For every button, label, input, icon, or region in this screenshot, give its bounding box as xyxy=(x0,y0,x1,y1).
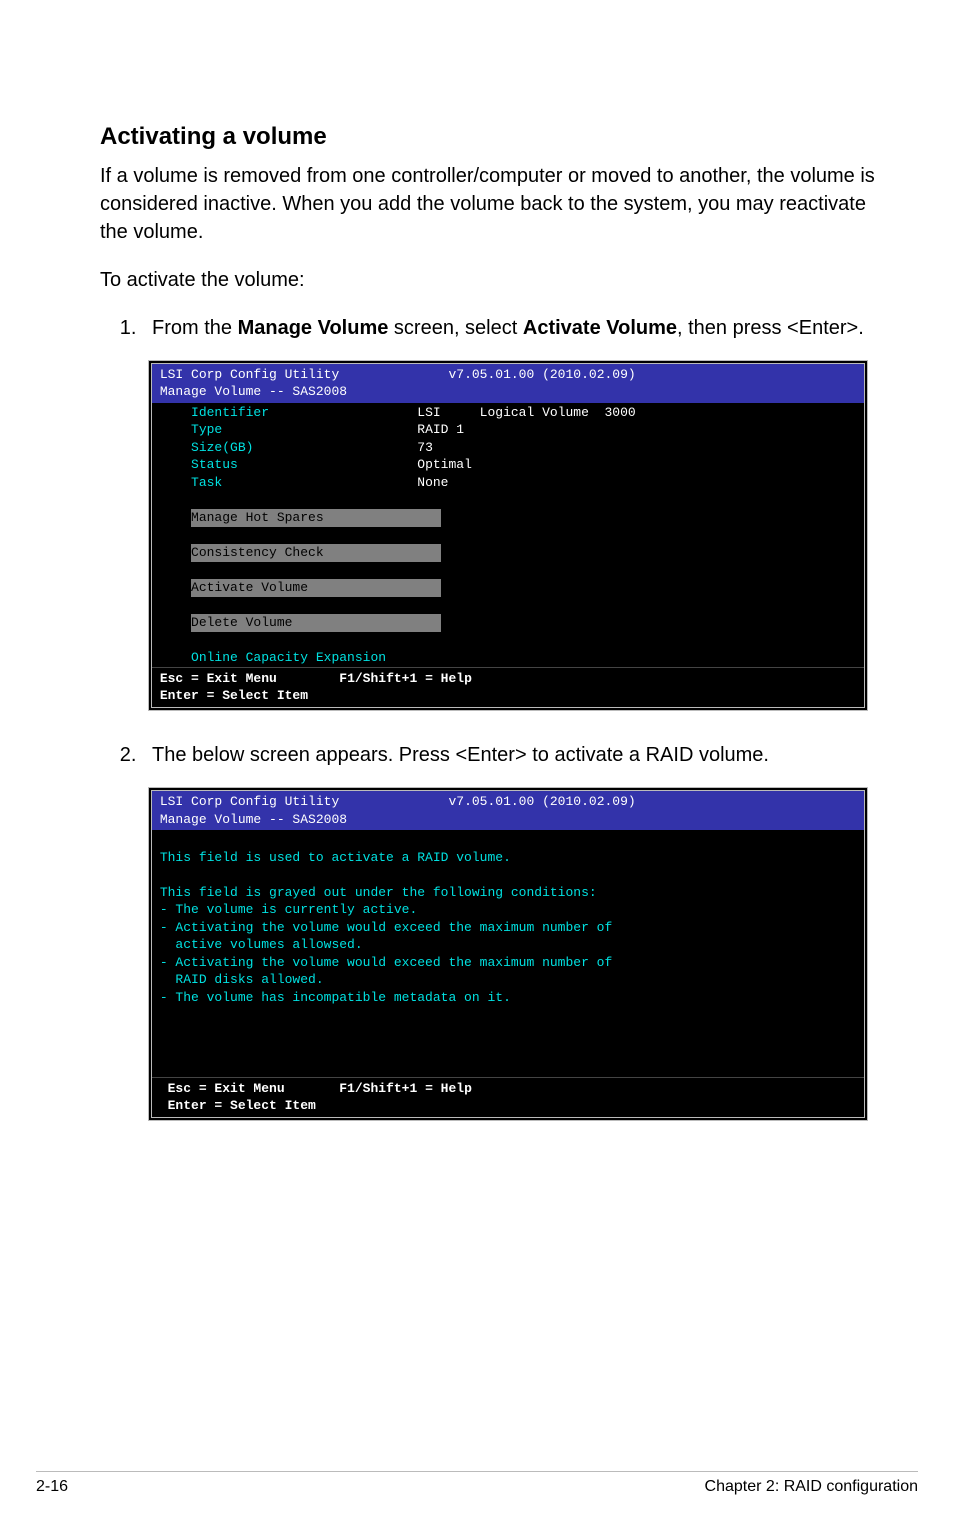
bios1-menu-hot-spares[interactable]: Manage Hot Spares xyxy=(191,509,441,527)
bios1-field-status: Status xyxy=(191,457,417,472)
bios2-footer: Esc = Exit Menu F1/Shift+1 = Help Enter … xyxy=(152,1077,864,1117)
bios1-footer: Esc = Exit Menu F1/Shift+1 = Help Enter … xyxy=(152,667,864,707)
bios1-menu-activate[interactable]: Activate Volume xyxy=(191,579,441,597)
bios-screenshot-2: LSI Corp Config Utility v7.05.01.00 (201… xyxy=(148,787,868,1121)
bios1-menu-online[interactable]: Online Capacity Expansion xyxy=(191,650,386,665)
intro-paragraph: If a volume is removed from one controll… xyxy=(100,162,894,246)
bios1-menu-delete[interactable]: Delete Volume xyxy=(191,614,441,632)
chapter-label: Chapter 2: RAID configuration xyxy=(705,1476,918,1498)
bios1-field-identifier: Identifier xyxy=(191,405,417,420)
page-footer: 2-16 Chapter 2: RAID configuration xyxy=(36,1471,918,1498)
step1-bold-2: Activate Volume xyxy=(523,317,677,339)
step1-text-c: , then press <Enter>. xyxy=(677,317,864,339)
step-2: The below screen appears. Press <Enter> … xyxy=(142,741,894,769)
bios1-titlebar: LSI Corp Config Utility v7.05.01.00 (201… xyxy=(152,364,864,404)
lead-paragraph: To activate the volume: xyxy=(100,266,894,294)
step-list-2: The below screen appears. Press <Enter> … xyxy=(100,741,894,769)
bios1-menu-consistency[interactable]: Consistency Check xyxy=(191,544,441,562)
bios1-field-task: Task xyxy=(191,475,417,490)
bios1-main: Identifier LSI Logical Volume 3000 Type … xyxy=(152,404,864,667)
step1-text-a: From the xyxy=(152,317,238,339)
page-number: 2-16 xyxy=(36,1476,68,1498)
bios-screenshot-1: LSI Corp Config Utility v7.05.01.00 (201… xyxy=(148,360,868,711)
step-1: From the Manage Volume screen, select Ac… xyxy=(142,314,894,342)
step1-bold-1: Manage Volume xyxy=(238,317,389,339)
bios1-field-size: Size(GB) xyxy=(191,440,417,455)
bios2-titlebar: LSI Corp Config Utility v7.05.01.00 (201… xyxy=(152,791,864,831)
step-list: From the Manage Volume screen, select Ac… xyxy=(100,314,894,342)
section-heading: Activating a volume xyxy=(100,120,894,154)
bios1-field-type: Type xyxy=(191,422,417,437)
step1-text-b: screen, select xyxy=(388,317,523,339)
bios2-main: This field is used to activate a RAID vo… xyxy=(152,831,864,1077)
